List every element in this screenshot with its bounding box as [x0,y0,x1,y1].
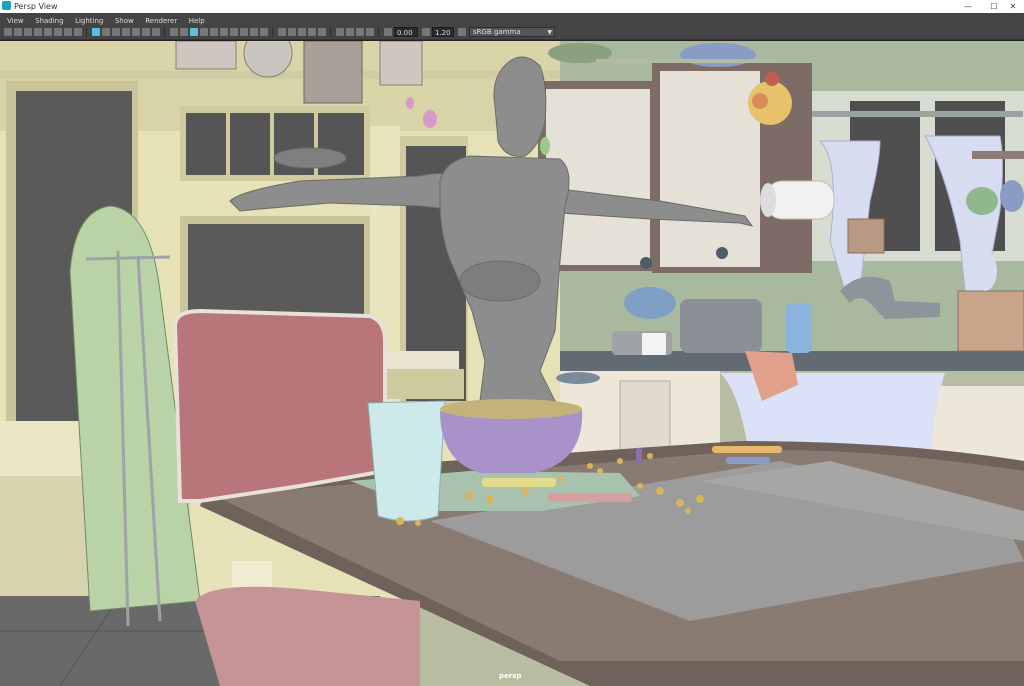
window-title: Persp View [14,2,58,11]
toolbar-separator [86,27,87,37]
exposure-icon[interactable] [384,28,392,36]
smooth-shade-icon[interactable] [180,28,188,36]
2d-pan-zoom-icon[interactable] [54,28,62,36]
minimize-button[interactable]: — [957,0,979,13]
camera-name-label: persp [499,672,522,680]
toolbar-separator [330,27,331,37]
isolate-select-icon[interactable] [288,28,296,36]
chair-back [172,308,387,503]
view-transform-icon[interactable] [458,28,466,36]
glass-cup [367,400,446,522]
toolbar-separator [272,27,273,37]
select-camera-icon[interactable] [4,28,12,36]
use-all-lights-icon[interactable] [220,28,228,36]
lock-camera-icon[interactable] [14,28,22,36]
chevron-down-icon: ▼ [547,29,552,36]
panel-toolbar: 0.00 1.20 sRGB gamma ▼ [0,25,1024,40]
resolution-gate-icon[interactable] [112,28,120,36]
dish-soap [786,303,812,353]
depth-of-field-icon[interactable] [278,28,286,36]
multisample-aa-icon[interactable] [260,28,268,36]
wireframe-icon[interactable] [170,28,178,36]
xray-icon[interactable] [298,28,306,36]
textured-icon[interactable] [210,28,218,36]
window-titlebar: Persp View — ☐ ✕ [0,0,1024,14]
xray-active-icon[interactable] [318,28,326,36]
camera-attributes-icon[interactable] [24,28,32,36]
scene-render [0,41,1024,686]
use-default-material-icon[interactable] [190,28,198,36]
frame-all-icon[interactable] [366,28,374,36]
grease-pencil-icon[interactable] [64,28,72,36]
maya-logo-icon [2,1,11,10]
menu-bar: View Shading Lighting Show Renderer Help [0,13,1024,25]
hud-icon[interactable] [346,28,354,36]
field-chart-icon[interactable] [132,28,140,36]
exposure-field[interactable]: 0.00 [394,27,418,37]
color-space-select[interactable]: sRGB gamma ▼ [469,27,555,37]
grid-toggle-icon[interactable] [92,28,100,36]
toolbar-separator [378,27,379,37]
gate-mask-icon[interactable] [122,28,130,36]
frame-selection-icon[interactable] [356,28,364,36]
xray-joints-icon[interactable] [308,28,316,36]
shadows-icon[interactable] [230,28,238,36]
grid-icon[interactable] [74,28,82,36]
toolbar-separator [164,27,165,37]
3d-viewport[interactable]: persp [0,40,1024,686]
image-plane-icon[interactable] [44,28,52,36]
motion-blur-icon[interactable] [250,28,258,36]
safe-action-icon[interactable] [142,28,150,36]
gamma-field[interactable]: 1.20 [432,27,454,37]
color-space-value: sRGB gamma [473,28,521,36]
backface-culling-icon[interactable] [336,28,344,36]
safe-title-icon[interactable] [152,28,160,36]
film-gate-icon[interactable] [102,28,110,36]
close-button[interactable]: ✕ [1002,0,1024,13]
wireframe-on-shaded-icon[interactable] [200,28,208,36]
gamma-icon[interactable] [422,28,430,36]
bookmark-icon[interactable] [34,28,42,36]
toaster [680,299,762,353]
screen-space-ao-icon[interactable] [240,28,248,36]
